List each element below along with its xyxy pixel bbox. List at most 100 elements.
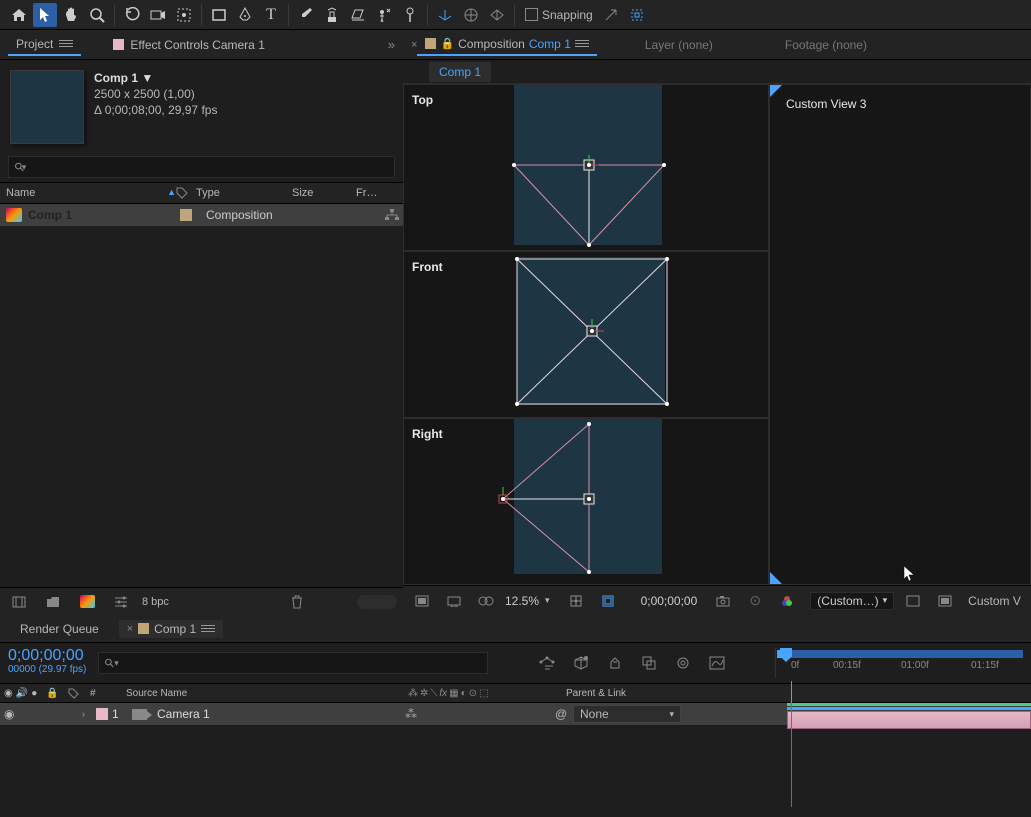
panels-overflow-icon[interactable]: » (388, 37, 395, 52)
view-layout-dropdown[interactable]: (Custom…)▾ (810, 592, 894, 610)
column-type[interactable]: Type (196, 187, 292, 199)
world-axis-icon[interactable] (459, 3, 483, 27)
panel-menu-icon[interactable] (59, 40, 73, 47)
layer-duration-bar[interactable] (787, 711, 1031, 729)
timeline-comp-tab[interactable]: × Comp 1 (119, 620, 223, 638)
view-custom[interactable]: Custom View 3 (769, 84, 1031, 585)
timeline-tab-close-icon[interactable]: × (127, 623, 133, 635)
comp-flowchart-icon[interactable] (535, 651, 559, 675)
timeline-search-input[interactable]: ⚲▾ (98, 652, 488, 674)
view-top[interactable]: Top (403, 84, 769, 251)
snapshot-icon[interactable] (711, 589, 735, 613)
lock-column-icon[interactable]: 🔒 (46, 688, 68, 699)
roto-brush-icon[interactable] (372, 3, 396, 27)
flowchart-icon[interactable] (385, 209, 399, 221)
view-front[interactable]: Front (403, 251, 769, 418)
project-settings-icon[interactable] (109, 590, 133, 614)
channel-icon[interactable]: ⊙ (743, 589, 767, 613)
layer-label-color[interactable] (96, 708, 108, 720)
composition-thumbnail[interactable] (10, 70, 84, 144)
effect-controls-tab[interactable]: Effect Controls Camera 1 (105, 35, 273, 55)
timeline-ruler[interactable]: 0f 00:15f 01:00f 01:15f (775, 648, 1023, 678)
project-slider[interactable] (357, 595, 397, 609)
project-empty-area[interactable] (0, 226, 403, 587)
mask-visibility-icon[interactable] (474, 589, 498, 613)
footage-tab[interactable]: Footage (none) (785, 38, 867, 52)
render-queue-tab[interactable]: Render Queue (12, 620, 107, 638)
snapping-toggle[interactable]: Snapping (525, 8, 593, 22)
selection-tool-icon[interactable] (33, 3, 57, 27)
color-mgmt-icon[interactable] (775, 589, 799, 613)
hand-tool-icon[interactable] (59, 3, 83, 27)
view-right[interactable]: Right (403, 418, 769, 585)
grid-icon[interactable] (564, 589, 588, 613)
column-name[interactable]: Name▲ (6, 187, 176, 199)
toggle-pixel-ar-icon[interactable] (901, 589, 925, 613)
comp-panel-menu-icon[interactable] (575, 40, 589, 47)
orbit-camera-icon[interactable] (120, 3, 144, 27)
pickwhip-icon[interactable]: @ (555, 707, 573, 721)
zoom-tool-icon[interactable] (85, 3, 109, 27)
composition-title[interactable]: Comp 1 ▼ (94, 70, 217, 86)
snap-option-1-icon[interactable] (599, 3, 623, 27)
frame-blend-icon[interactable] (637, 651, 661, 675)
guides-icon[interactable] (596, 589, 620, 613)
magnification-icon[interactable] (410, 589, 434, 613)
pen-tool-icon[interactable] (233, 3, 257, 27)
twirl-icon[interactable]: › (82, 709, 92, 719)
rectangle-tool-icon[interactable] (207, 3, 231, 27)
zoom-level[interactable]: 12.5% (505, 594, 539, 608)
track-camera-icon[interactable] (146, 3, 170, 27)
layer-name[interactable]: Camera 1 (147, 707, 405, 721)
av-columns[interactable]: ◉🔊● (4, 688, 46, 699)
source-name-column[interactable]: Source Name (118, 688, 408, 699)
layer-tab[interactable]: Layer (none) (645, 38, 713, 52)
snap-option-2-icon[interactable] (625, 3, 649, 27)
footer-view-name[interactable]: Custom V (968, 594, 1021, 608)
comp-subtab[interactable]: Comp 1 (429, 62, 491, 82)
parent-column[interactable]: Parent & Link (558, 688, 698, 699)
local-axis-icon[interactable] (433, 3, 457, 27)
brush-tool-icon[interactable] (294, 3, 318, 27)
interpret-footage-icon[interactable] (7, 590, 31, 614)
label-column-icon[interactable] (68, 688, 90, 699)
composition-name-link[interactable]: Comp 1 (529, 37, 571, 51)
puppet-pin-icon[interactable] (398, 3, 422, 27)
lock-icon[interactable]: 🔒 (440, 37, 454, 50)
layer-visibility-icon[interactable]: ◉ (4, 707, 14, 721)
snapping-checkbox[interactable] (525, 8, 538, 21)
draft-3d-icon[interactable] (569, 651, 593, 675)
switches-columns[interactable]: ⁂✲⟍fx▦◐⊙⬚ (408, 688, 558, 699)
new-comp-icon[interactable] (75, 590, 99, 614)
motion-blur-icon[interactable] (671, 651, 695, 675)
parent-dropdown[interactable]: None▾ (573, 705, 681, 723)
footer-timecode[interactable]: 0;00;00;00 (641, 594, 698, 608)
project-search-input[interactable]: ⚲ ▾ (8, 156, 395, 178)
new-folder-icon[interactable] (41, 590, 65, 614)
trash-icon[interactable] (285, 590, 309, 614)
main-toolbar: T Snapping (0, 0, 1031, 30)
fast-preview-icon[interactable] (933, 589, 957, 613)
rotate-tool-icon[interactable] (172, 3, 196, 27)
home-icon[interactable] (7, 3, 31, 27)
timeline-menu-icon[interactable] (201, 625, 215, 632)
project-item-row[interactable]: Comp 1 Composition (0, 204, 403, 226)
column-tag-icon[interactable] (176, 187, 196, 199)
timeline-track-area[interactable] (783, 709, 1031, 727)
bit-depth-label[interactable]: 8 bpc (142, 596, 169, 608)
current-time[interactable]: 0;00;00;00 00000 (29.97 fps) (8, 649, 86, 677)
number-column[interactable]: # (90, 688, 118, 699)
graph-editor-icon[interactable] (705, 651, 729, 675)
view-axis-icon[interactable] (485, 3, 509, 27)
composition-tab[interactable]: 🔒 Composition Comp 1 (417, 34, 596, 56)
clone-stamp-icon[interactable] (320, 3, 344, 27)
type-tool-icon[interactable]: T (259, 3, 283, 27)
column-framerate[interactable]: Fr… (356, 187, 377, 199)
project-tab[interactable]: Project (8, 34, 81, 56)
shy-icon[interactable] (603, 651, 627, 675)
project-item-tag[interactable] (180, 209, 192, 221)
resolution-icon[interactable] (442, 589, 466, 613)
eraser-tool-icon[interactable] (346, 3, 370, 27)
column-size[interactable]: Size (292, 187, 356, 199)
timecode-display[interactable]: 0;00;00;00 (8, 649, 86, 663)
